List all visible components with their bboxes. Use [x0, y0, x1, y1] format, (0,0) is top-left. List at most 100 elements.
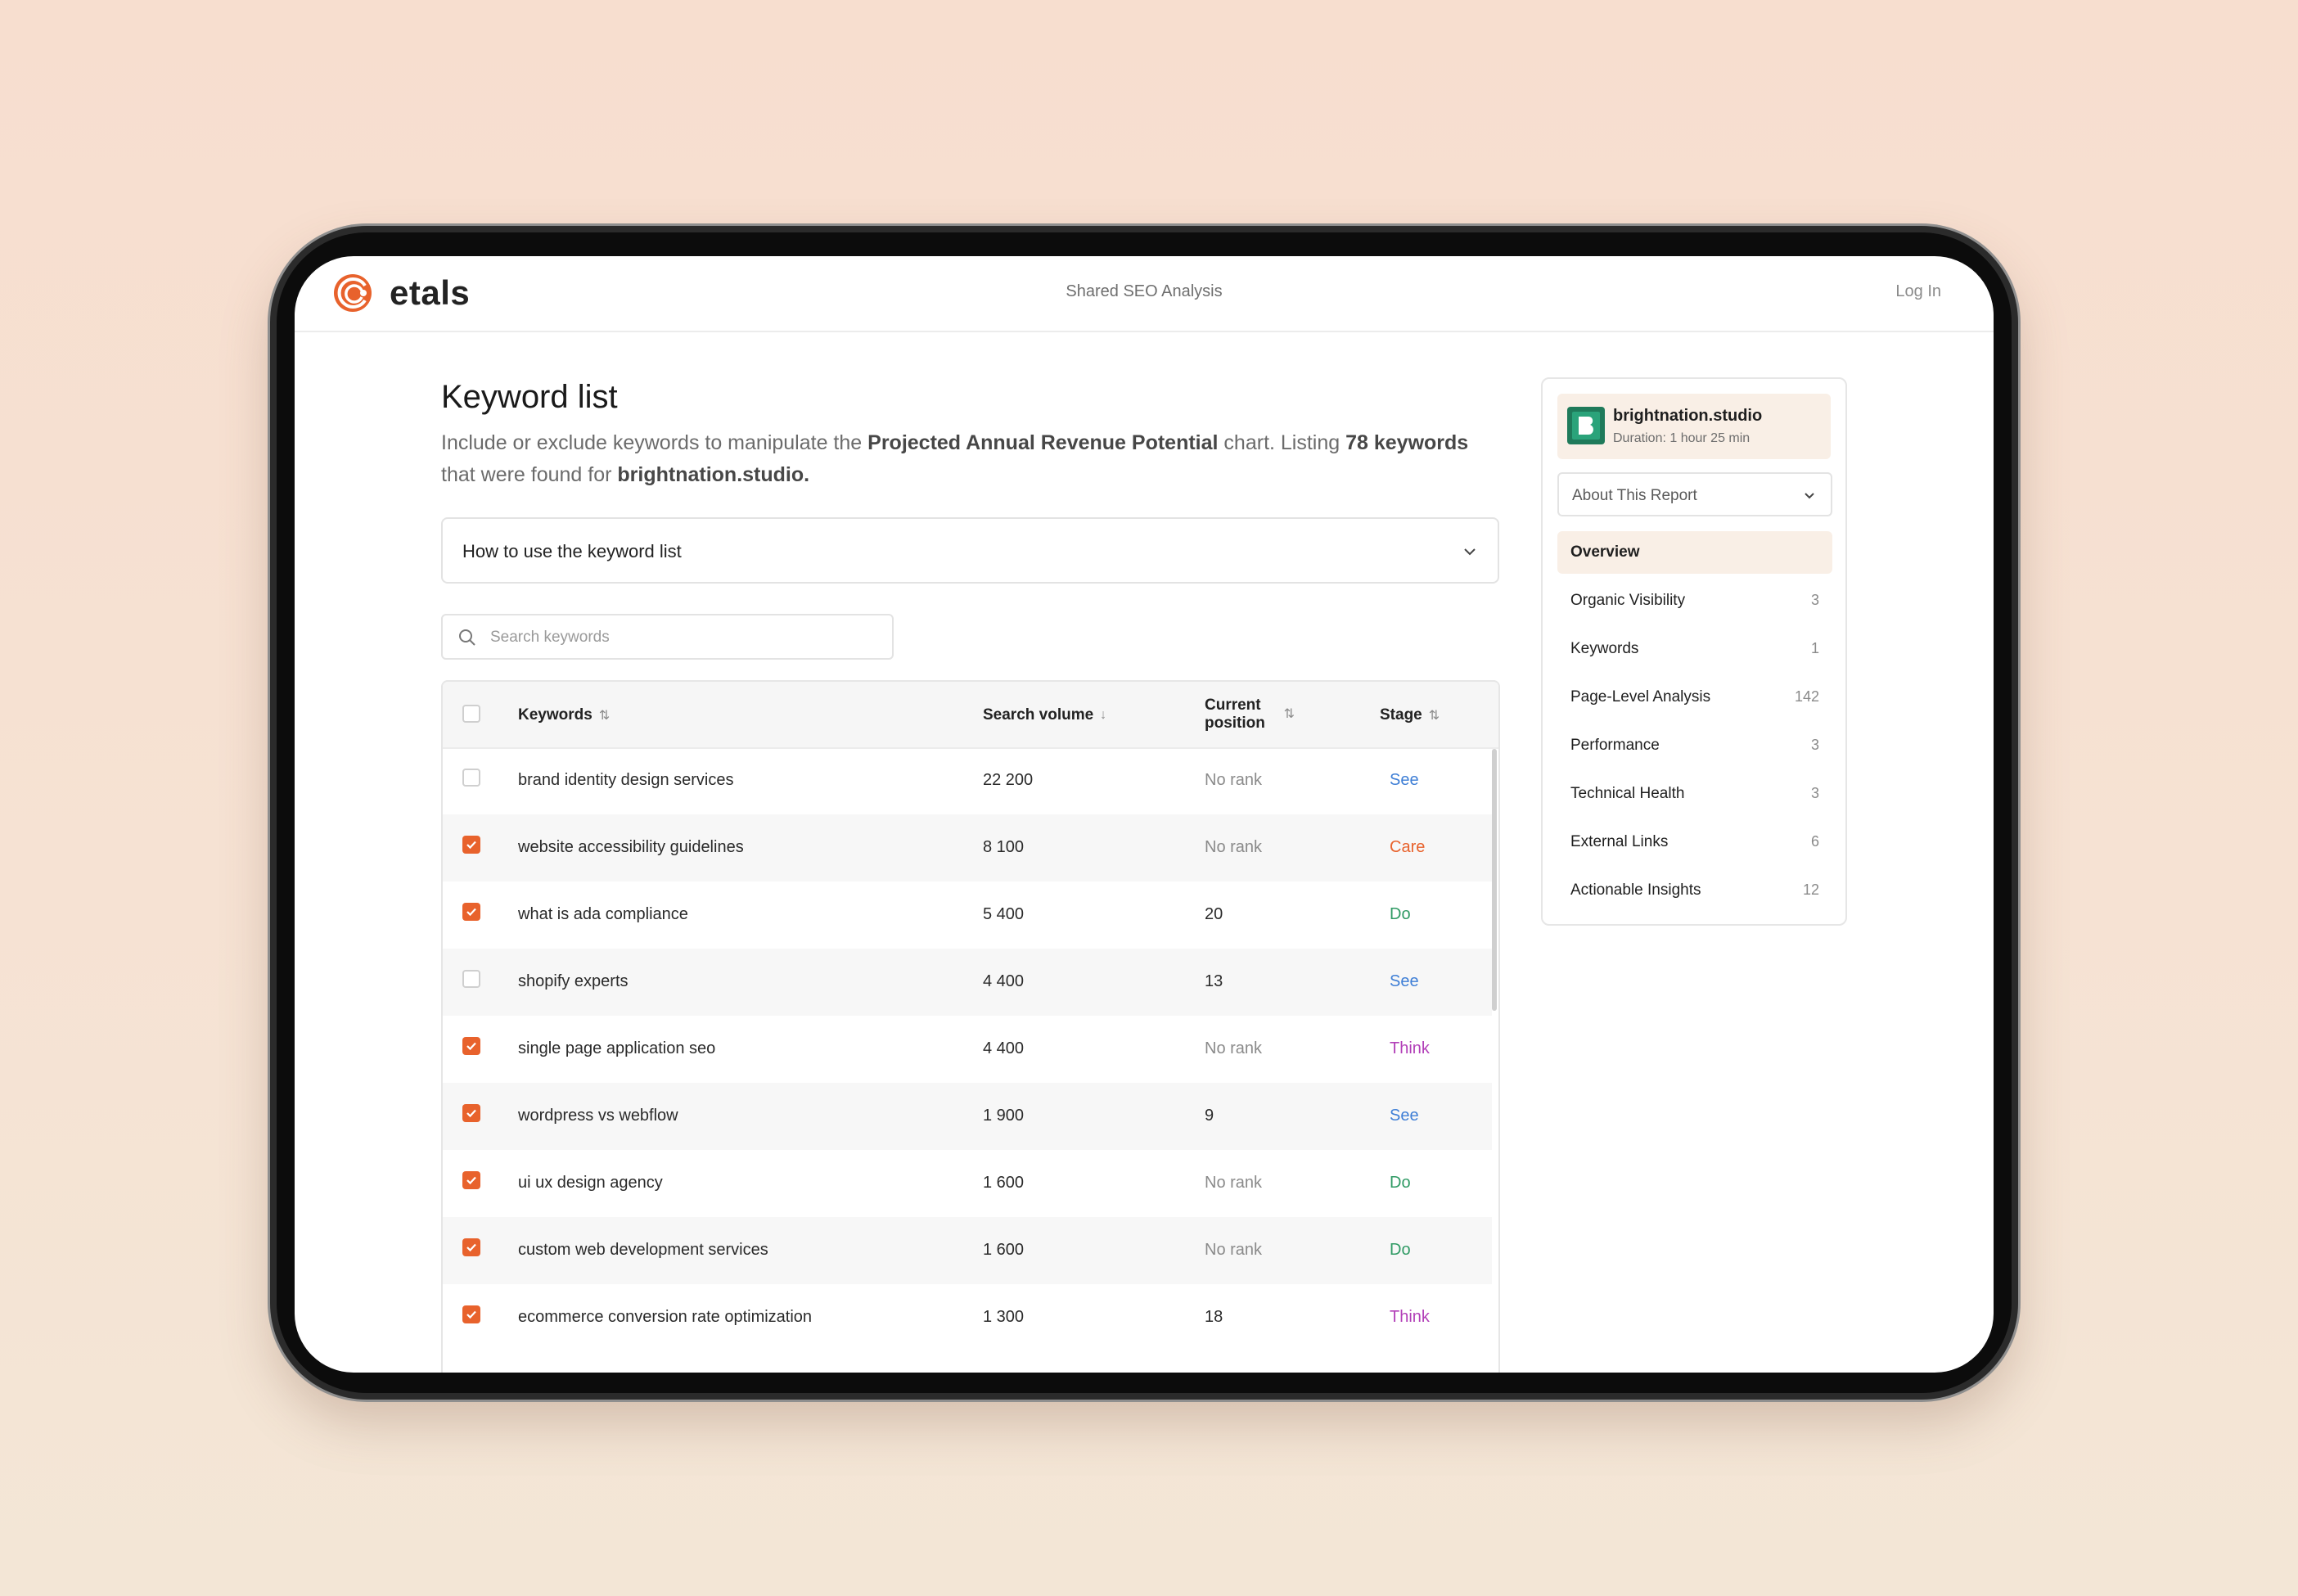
table-row[interactable]: custom web development services 1 600 No r…: [443, 1217, 1492, 1284]
volume-cell: 1 900: [983, 1107, 1025, 1125]
col-volume-label: Search volume: [983, 706, 1094, 724]
table-row[interactable]: ui ux design agency 1 600 No rank Do: [443, 1150, 1492, 1217]
volume-cell: 1 300: [983, 1308, 1025, 1326]
volume-cell: 5 400: [983, 905, 1025, 923]
select-all-checkbox[interactable]: [462, 705, 480, 723]
row-checkbox[interactable]: [462, 1305, 480, 1323]
sidebar-item-page-level-analysis[interactable]: Page-Level Analysis 142: [1557, 676, 1832, 719]
sort-desc-icon: ↓: [1100, 708, 1107, 722]
stage-cell: See: [1390, 972, 1419, 990]
keyword-cell: what is ada compliance: [518, 905, 688, 923]
sidebar-item-external-links[interactable]: External Links 6: [1557, 821, 1832, 863]
stage-cell: Do: [1390, 1174, 1411, 1192]
desc-text-3: that were found for: [441, 463, 618, 486]
sidebar-item-actionable-insights[interactable]: Actionable Insights 12: [1557, 869, 1832, 912]
about-report-dropdown[interactable]: About This Report: [1557, 472, 1832, 516]
stage-cell: Do: [1390, 1241, 1411, 1259]
position-cell: No rank: [1205, 771, 1263, 789]
sidebar-item-label: Technical Health: [1570, 785, 1685, 802]
row-checkbox[interactable]: [462, 836, 480, 854]
table-row[interactable]: ecommerce conversion rate optimization 1 …: [443, 1284, 1492, 1351]
chevron-down-icon: [1464, 548, 1476, 556]
page-context-title: Shared SEO Analysis: [1066, 282, 1223, 300]
sidebar-item-performance[interactable]: Performance 3: [1557, 724, 1832, 767]
row-checkbox[interactable]: [462, 970, 480, 988]
keyword-cell: ui ux design agency: [518, 1174, 663, 1192]
check-icon: [466, 1176, 476, 1185]
keyword-cell: custom web development services: [518, 1241, 768, 1259]
col-stage[interactable]: Stage ⇅: [1380, 706, 1440, 724]
position-cell: No rank: [1205, 838, 1263, 856]
table-row[interactable]: website accessibility guidelines 8 100 No …: [443, 814, 1492, 881]
col-volume[interactable]: Search volume ↓: [983, 706, 1106, 724]
table-row[interactable]: single page application seo 4 400 No rank T…: [443, 1016, 1492, 1083]
search-icon: [459, 629, 475, 646]
table-row[interactable]: shopify experts 4 400 13 See: [443, 949, 1492, 1016]
sort-icon: ⇅: [1283, 707, 1295, 721]
row-checkbox[interactable]: [462, 769, 480, 787]
sidebar-item-count: 3: [1810, 785, 1819, 801]
stage-cell: See: [1390, 771, 1419, 789]
position-cell: 18: [1205, 1308, 1223, 1326]
row-checkbox[interactable]: [462, 1238, 480, 1256]
table-scrollbar[interactable]: [1492, 749, 1497, 1011]
app-screen: etals Shared SEO Analysis Log In Keyword…: [295, 256, 1994, 1373]
check-icon: [466, 841, 476, 850]
sidebar-item-technical-health[interactable]: Technical Health 3: [1557, 773, 1832, 815]
site-logo-icon: [1567, 407, 1605, 444]
col-keywords-label: Keywords: [518, 706, 593, 724]
sidebar-item-organic-visibility[interactable]: Organic Visibility 3: [1557, 579, 1832, 622]
top-bar: etals Shared SEO Analysis Log In: [295, 256, 1994, 332]
sidebar-item-overview[interactable]: Overview: [1557, 531, 1832, 574]
table-row[interactable]: wordpress vs webflow 1 900 9 See: [443, 1083, 1492, 1150]
how-to-accordion[interactable]: How to use the keyword list: [441, 517, 1499, 584]
stage-cell: Do: [1390, 905, 1411, 923]
sidebar-item-count: 1: [1810, 640, 1819, 656]
sidebar-item-label: Organic Visibility: [1570, 592, 1686, 609]
report-sidebar: brightnation.studio Duration: 1 hour 25 …: [1541, 377, 1847, 926]
sidebar-item-count: 3: [1810, 592, 1819, 608]
site-name: brightnation.studio: [1613, 407, 1763, 425]
sort-icon: ⇅: [598, 709, 611, 723]
sidebar-item-keywords[interactable]: Keywords 1: [1557, 628, 1832, 670]
col-keywords[interactable]: Keywords ⇅: [518, 706, 610, 724]
col-position[interactable]: Current position ⇅: [1205, 697, 1295, 733]
keyword-table: Keywords ⇅ Search volume ↓ Current positio…: [441, 680, 1500, 1373]
volume-cell: 22 200: [983, 771, 1034, 789]
table-row[interactable]: what is ada compliance 5 400 20 Do: [443, 881, 1492, 949]
site-duration: Duration: 1 hour 25 min: [1613, 431, 1751, 445]
sort-icon: ⇅: [1428, 709, 1440, 723]
desc-keyword-count: 78 keywords: [1345, 431, 1469, 454]
desc-text-1: Include or exclude keywords to manipulat…: [441, 431, 868, 454]
search-input[interactable]: [489, 624, 876, 651]
about-report-label: About This Report: [1572, 487, 1697, 504]
row-checkbox[interactable]: [462, 903, 480, 921]
chevron-down-icon: [1805, 493, 1814, 499]
desc-site-name: brightnation.studio.: [617, 463, 810, 486]
position-cell: No rank: [1205, 1174, 1263, 1192]
sidebar-item-label: Performance: [1570, 737, 1660, 754]
sidebar-item-label: External Links: [1570, 833, 1669, 850]
page-description: Include or exclude keywords to manipulat…: [441, 427, 1503, 491]
position-cell: 20: [1205, 905, 1223, 923]
position-cell: No rank: [1205, 1039, 1263, 1057]
sidebar-item-count: 3: [1810, 737, 1819, 753]
sidebar-item-label: Page-Level Analysis: [1570, 688, 1711, 706]
row-checkbox[interactable]: [462, 1171, 480, 1189]
site-card: brightnation.studio Duration: 1 hour 25 …: [1557, 394, 1831, 459]
keyword-cell: website accessibility guidelines: [518, 838, 744, 856]
search-box: [441, 614, 894, 660]
table-row[interactable]: brand identity design services 22 200 No r…: [443, 747, 1492, 814]
col-stage-label: Stage: [1380, 706, 1422, 724]
row-checkbox[interactable]: [462, 1037, 480, 1055]
position-cell: 9: [1205, 1107, 1214, 1125]
table-header: Keywords ⇅ Search volume ↓ Current positio…: [443, 682, 1498, 749]
position-cell: 13: [1205, 972, 1223, 990]
check-icon: [466, 1042, 476, 1051]
stage-cell: Care: [1390, 838, 1426, 856]
keyword-cell: ecommerce conversion rate optimization: [518, 1308, 813, 1326]
login-link[interactable]: Log In: [1895, 282, 1941, 301]
page-title: Keyword list: [441, 379, 618, 415]
row-checkbox[interactable]: [462, 1104, 480, 1122]
stage-cell: See: [1390, 1107, 1419, 1125]
